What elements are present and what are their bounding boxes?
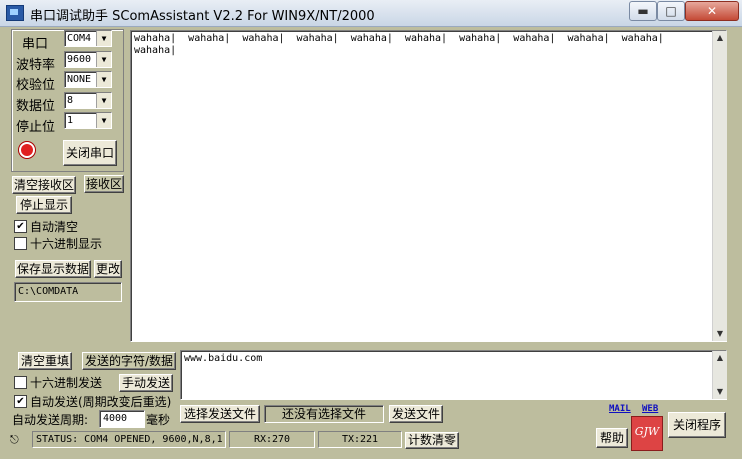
- databits-select[interactable]: 8 ▼: [64, 92, 112, 109]
- auto-clear-checkbox[interactable]: ✔: [14, 220, 27, 233]
- parity-label: 校验位: [16, 78, 56, 93]
- tx-counter: TX:221: [318, 431, 402, 448]
- port-status-led-icon: [21, 144, 33, 156]
- manual-send-button[interactable]: 手动发送: [119, 374, 173, 392]
- mail-link[interactable]: MAIL: [609, 404, 631, 414]
- parity-select[interactable]: NONE ▼: [64, 71, 112, 88]
- app-icon: [6, 5, 24, 21]
- receive-scrollbar[interactable]: ▲ ▼: [712, 31, 727, 341]
- scroll-up-icon[interactable]: ▲: [713, 351, 727, 365]
- send-area-label: 发送的字符/数据: [82, 352, 176, 370]
- receive-textarea[interactable]: wahaha| wahaha| wahaha| wahaha| wahaha| …: [130, 30, 727, 342]
- select-file-button[interactable]: 选择发送文件: [180, 405, 260, 423]
- chevron-down-icon: ▼: [96, 113, 111, 128]
- window-title: 串口调试助手 SComAssistant V2.2 For WIN9X/NT/2…: [30, 9, 375, 24]
- scroll-down-icon[interactable]: ▼: [713, 327, 727, 341]
- status-text: STATUS: COM4 OPENED, 9600,N,8,1: [32, 431, 226, 448]
- help-button[interactable]: 帮助: [596, 428, 628, 448]
- period-label: 自动发送周期:: [12, 413, 89, 427]
- file-status-field: 还没有选择文件: [264, 405, 384, 423]
- checkmark-icon: ✔: [16, 396, 25, 407]
- baud-label: 波特率: [16, 58, 56, 73]
- rx-counter: RX:270: [229, 431, 315, 448]
- web-link[interactable]: WEB: [642, 404, 658, 414]
- auto-send-label: 自动发送(周期改变后重选): [30, 395, 172, 409]
- period-unit: 毫秒: [146, 413, 171, 427]
- chevron-down-icon: ▼: [96, 93, 111, 108]
- clear-receive-button[interactable]: 清空接收区: [12, 176, 76, 194]
- change-path-button[interactable]: 更改: [94, 260, 122, 278]
- chevron-down-icon: ▼: [96, 31, 111, 46]
- stopbits-label: 停止位: [16, 120, 56, 135]
- save-path-field: C:\COMDATA: [14, 282, 122, 302]
- period-input[interactable]: 4000: [99, 410, 145, 428]
- clear-send-button[interactable]: 清空重填: [18, 352, 72, 370]
- receive-line: wahaha| wahaha| wahaha| wahaha| wahaha| …: [134, 33, 664, 44]
- minimize-icon: ▬: [637, 4, 649, 18]
- port-label: 串口: [22, 37, 49, 52]
- hex-display-checkbox[interactable]: [14, 237, 27, 250]
- maximize-button[interactable]: □: [657, 1, 685, 21]
- logo-image: GJW: [631, 416, 663, 451]
- save-data-button[interactable]: 保存显示数据: [15, 260, 91, 278]
- title-bar: 串口调试助手 SComAssistant V2.2 For WIN9X/NT/2…: [0, 0, 742, 27]
- hex-display-label: 十六进制显示: [30, 237, 103, 251]
- scroll-down-icon[interactable]: ▼: [713, 385, 727, 399]
- checkmark-icon: ✔: [16, 221, 25, 232]
- exit-button[interactable]: 关闭程序: [668, 412, 726, 438]
- chevron-down-icon: ▼: [96, 52, 111, 67]
- stop-display-button[interactable]: 停止显示: [16, 196, 72, 214]
- maximize-icon: □: [665, 4, 677, 18]
- close-port-button[interactable]: 关闭串口: [63, 140, 117, 166]
- reset-count-button[interactable]: 计数清零: [405, 432, 459, 449]
- close-button[interactable]: ✕: [685, 1, 739, 21]
- send-file-button[interactable]: 发送文件: [389, 405, 443, 423]
- scroll-up-icon[interactable]: ▲: [713, 31, 727, 45]
- close-icon: ✕: [706, 4, 718, 18]
- databits-label: 数据位: [16, 99, 56, 114]
- baud-select[interactable]: 9600 ▼: [64, 51, 112, 68]
- stopbits-select[interactable]: 1 ▼: [64, 112, 112, 129]
- auto-clear-label: 自动清空: [30, 220, 79, 234]
- send-scrollbar[interactable]: ▲ ▼: [712, 351, 727, 399]
- send-textarea[interactable]: www.baidu.com: [180, 350, 727, 400]
- chevron-down-icon: ▼: [96, 72, 111, 87]
- plug-icon: ⎋: [10, 433, 19, 446]
- receive-line: wahaha|: [134, 45, 177, 56]
- minimize-button[interactable]: ▬: [629, 1, 657, 21]
- receive-area-label: 接收区: [84, 175, 124, 193]
- hex-send-label: 十六进制发送: [30, 376, 103, 390]
- auto-send-checkbox[interactable]: ✔: [14, 395, 27, 408]
- port-select[interactable]: COM4 ▼: [64, 30, 112, 47]
- hex-send-checkbox[interactable]: [14, 376, 27, 389]
